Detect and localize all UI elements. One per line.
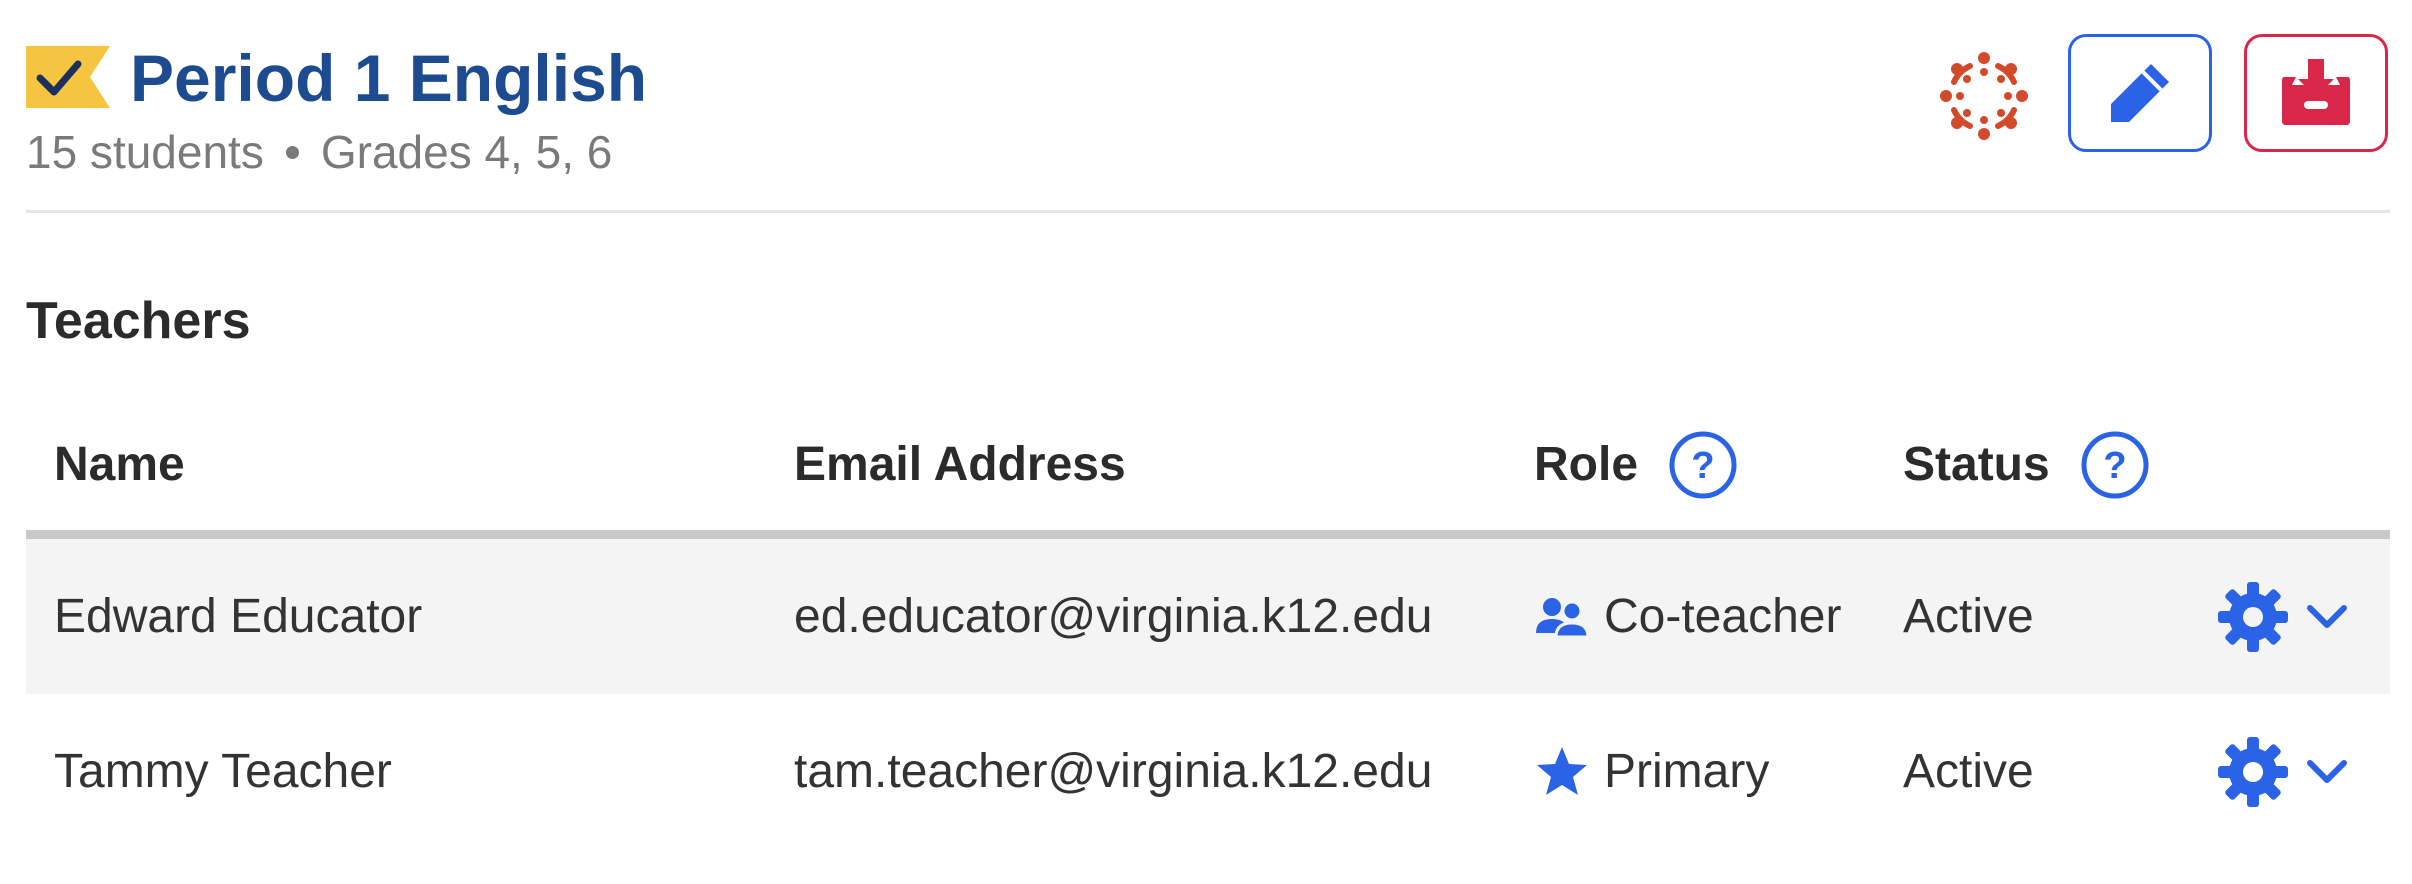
column-header-name-label: Name — [54, 438, 185, 491]
table-row: Edward Educator ed.educator@virginia.k12… — [26, 539, 2390, 694]
teacher-email: ed.educator@virginia.k12.edu — [794, 590, 1433, 643]
teacher-role-label: Co-teacher — [1604, 590, 1842, 643]
pencil-icon — [2111, 64, 2169, 122]
people-icon — [1534, 589, 1590, 645]
chevron-down-icon — [2307, 759, 2347, 783]
column-header-email-label: Email Address — [794, 438, 1126, 491]
table-header-rule — [26, 530, 2390, 539]
bullet-separator — [285, 145, 299, 159]
column-header-status: Status ? — [1903, 430, 2150, 500]
teacher-status: Active — [1903, 590, 2034, 643]
archive-class-button[interactable] — [2244, 34, 2388, 152]
page-title: Period 1 English — [130, 41, 648, 115]
column-header-role: Role ? — [1534, 430, 1738, 500]
column-header-name: Name — [54, 430, 185, 500]
teacher-role-label: Primary — [1604, 745, 1770, 798]
section-title-teachers: Teachers — [26, 292, 251, 350]
svg-text:?: ? — [2103, 445, 2126, 487]
gear-icon — [2218, 581, 2288, 652]
teacher-role: Co-teacher — [1534, 539, 1841, 694]
checkmark-flag-icon — [26, 46, 110, 108]
star-icon — [1534, 744, 1590, 800]
teacher-email: tam.teacher@virginia.k12.edu — [794, 745, 1433, 798]
table-row: Tammy Teacher tam.teacher@virginia.k12.e… — [26, 694, 2390, 849]
edit-class-button[interactable] — [2068, 34, 2212, 152]
class-page: Period 1 English 15 students Grades 4, 5… — [0, 0, 2412, 884]
column-header-role-label: Role — [1534, 438, 1639, 491]
column-header-status-label: Status — [1903, 438, 2050, 491]
role-help-icon[interactable]: ? — [1668, 430, 1738, 500]
teacher-status: Active — [1903, 745, 2034, 798]
header-divider — [26, 210, 2390, 213]
grade-levels: Grades 4, 5, 6 — [320, 126, 613, 178]
status-help-icon[interactable]: ? — [2080, 430, 2150, 500]
archive-box-icon — [2282, 59, 2350, 125]
column-header-email: Email Address — [794, 430, 1126, 500]
gear-icon — [2218, 736, 2288, 807]
teacher-name: Tammy Teacher — [54, 745, 392, 798]
canvas-lms-icon[interactable] — [1940, 52, 2028, 140]
chevron-down-icon — [2307, 604, 2347, 628]
teacher-role: Primary — [1534, 694, 1769, 849]
class-meta: 15 students Grades 4, 5, 6 — [26, 120, 612, 184]
teacher-actions-menu[interactable] — [2216, 539, 2352, 694]
teacher-name: Edward Educator — [54, 590, 423, 643]
svg-text:?: ? — [1691, 445, 1714, 487]
teacher-actions-menu[interactable] — [2216, 694, 2352, 849]
student-count: 15 students — [26, 126, 264, 178]
